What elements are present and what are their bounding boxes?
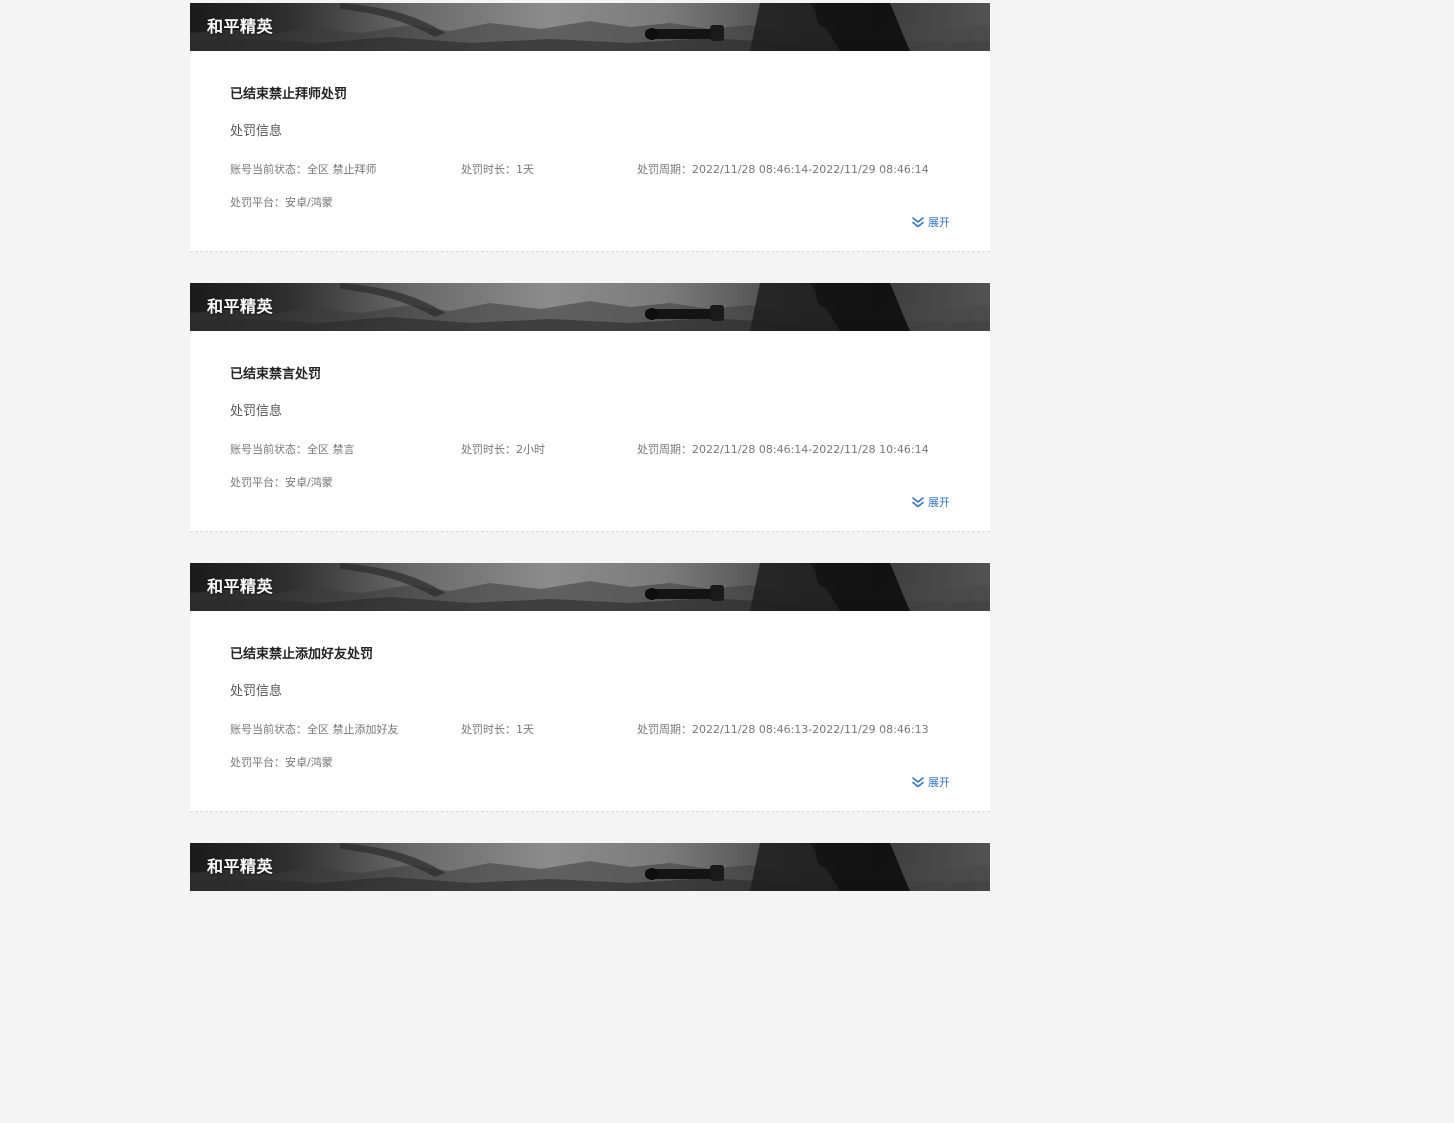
penalty-title: 已结束禁止拜师处罚 bbox=[230, 87, 348, 102]
game-banner: 和平精英 bbox=[190, 283, 990, 331]
penalty-record-list: 和平精英 已结束禁止拜师处罚 处罚信息 账号当前状态：全区 禁止拜师 处罚时长：… bbox=[190, 3, 990, 1123]
double-chevron-down-icon bbox=[912, 217, 924, 228]
game-name: 和平精英 bbox=[207, 17, 274, 36]
account-status: 账号当前状态：全区 禁止添加好友 bbox=[230, 723, 399, 736]
game-name: 和平精英 bbox=[207, 577, 274, 596]
penalty-card-body: 已结束禁止拜师处罚 处罚信息 账号当前状态：全区 禁止拜师 处罚时长：1天 处罚… bbox=[190, 51, 990, 252]
penalty-period: 处罚周期：2022/11/28 08:46:14-2022/11/28 10:4… bbox=[637, 443, 929, 456]
penalty-duration: 处罚时长：1天 bbox=[461, 723, 534, 736]
penalty-period: 处罚周期：2022/11/28 08:46:14-2022/11/29 08:4… bbox=[637, 163, 929, 176]
double-chevron-down-icon bbox=[912, 497, 924, 508]
expand-label: 展开 bbox=[928, 496, 950, 509]
game-banner-image bbox=[190, 3, 990, 51]
penalty-card: 和平精英 已结束禁止添加好友处罚 处罚信息 账号当前状态：全区 禁止添加好友 处… bbox=[190, 563, 990, 844]
penalty-duration: 处罚时长：1天 bbox=[461, 163, 534, 176]
penalty-card-body: 已结束禁言处罚 处罚信息 账号当前状态：全区 禁言 处罚时长：2小时 处罚周期：… bbox=[190, 331, 990, 532]
game-name: 和平精英 bbox=[207, 857, 274, 876]
account-status: 账号当前状态：全区 禁言 bbox=[230, 443, 355, 456]
penalty-title: 已结束禁止添加好友处罚 bbox=[230, 647, 374, 662]
penalty-card-body: 已结束禁止添加好友处罚 处罚信息 账号当前状态：全区 禁止添加好友 处罚时长：1… bbox=[190, 611, 990, 812]
expand-button[interactable]: 展开 bbox=[911, 214, 950, 230]
section-label: 处罚信息 bbox=[230, 684, 283, 699]
game-banner-image bbox=[190, 563, 990, 611]
section-label: 处罚信息 bbox=[230, 404, 283, 419]
game-banner: 和平精英 bbox=[190, 563, 990, 611]
game-name: 和平精英 bbox=[207, 297, 274, 316]
game-banner: 和平精英 bbox=[190, 3, 990, 51]
card-spacer bbox=[190, 812, 990, 844]
penalty-duration: 处罚时长：2小时 bbox=[461, 443, 545, 456]
penalty-title: 已结束禁言处罚 bbox=[230, 367, 322, 382]
penalty-platform: 处罚平台：安卓/鸿蒙 bbox=[230, 756, 333, 769]
penalty-card: 和平精英 已结束禁言处罚 处罚信息 账号当前状态：全区 禁言 处罚时长：2小时 … bbox=[190, 283, 990, 564]
card-spacer bbox=[190, 252, 990, 284]
game-banner: 和平精英 bbox=[190, 843, 990, 891]
account-status: 账号当前状态：全区 禁止拜师 bbox=[230, 163, 377, 176]
double-chevron-down-icon bbox=[912, 777, 924, 788]
game-banner-image bbox=[190, 843, 990, 891]
expand-button[interactable]: 展开 bbox=[911, 494, 950, 510]
penalty-platform: 处罚平台：安卓/鸿蒙 bbox=[230, 476, 333, 489]
game-banner-image bbox=[190, 283, 990, 331]
expand-label: 展开 bbox=[928, 216, 950, 229]
expand-label: 展开 bbox=[928, 776, 950, 789]
section-label: 处罚信息 bbox=[230, 124, 283, 139]
penalty-card: 和平精英 bbox=[190, 843, 990, 1123]
card-spacer bbox=[190, 532, 990, 564]
expand-button[interactable]: 展开 bbox=[911, 774, 950, 790]
penalty-platform: 处罚平台：安卓/鸿蒙 bbox=[230, 196, 333, 209]
penalty-period: 处罚周期：2022/11/28 08:46:13-2022/11/29 08:4… bbox=[637, 723, 929, 736]
penalty-card: 和平精英 已结束禁止拜师处罚 处罚信息 账号当前状态：全区 禁止拜师 处罚时长：… bbox=[190, 3, 990, 284]
